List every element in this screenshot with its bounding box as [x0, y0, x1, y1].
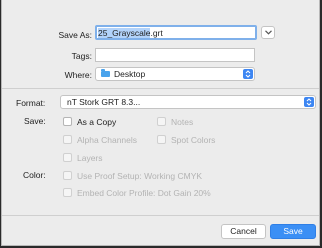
tags-label: Tags:: [71, 51, 92, 61]
divider: [2, 88, 319, 89]
save-as-selected-text: 25_Grayscale: [98, 28, 151, 38]
as-a-copy-label: As a Copy: [77, 117, 117, 127]
save-button[interactable]: Save: [270, 224, 316, 239]
embed-color-profile-checkbox[interactable]: [63, 188, 72, 197]
save-as-extension: .grt: [150, 28, 163, 38]
where-popup[interactable]: Desktop: [95, 67, 255, 81]
updown-arrows-icon: [304, 97, 314, 107]
use-proof-setup-label: Use Proof Setup: Working CMYK: [77, 171, 203, 181]
notes-checkbox[interactable]: [157, 117, 166, 126]
format-value: nT Stork GRT 8.3...: [67, 97, 141, 107]
save-as-label: Save As:: [58, 30, 92, 40]
save-dialog: Save As: 25_Grayscale.grt Tags: Where: D…: [1, 0, 320, 246]
notes-label: Notes: [171, 117, 194, 127]
color-label: Color:: [23, 170, 46, 180]
alpha-channels-checkbox[interactable]: [63, 135, 72, 144]
spot-colors-checkbox[interactable]: [157, 135, 166, 144]
where-value: Desktop: [114, 69, 146, 79]
updown-arrows-icon: [243, 69, 253, 79]
divider: [2, 215, 319, 216]
use-proof-setup-checkbox[interactable]: [63, 171, 72, 180]
embed-color-profile-label: Embed Color Profile: Dot Gain 20%: [77, 188, 211, 198]
layers-checkbox[interactable]: [63, 153, 72, 162]
save-label: Save:: [24, 116, 46, 126]
alpha-channels-label: Alpha Channels: [77, 135, 138, 145]
chevron-down-icon: [264, 30, 272, 35]
format-label: Format:: [16, 98, 46, 108]
folder-icon: [101, 69, 110, 77]
tags-field[interactable]: [95, 48, 255, 62]
layers-label: Layers: [77, 153, 103, 163]
as-a-copy-checkbox[interactable]: [63, 117, 72, 126]
format-popup[interactable]: nT Stork GRT 8.3...: [60, 95, 316, 109]
save-as-field[interactable]: 25_Grayscale.grt: [95, 25, 257, 40]
where-label: Where:: [64, 70, 92, 80]
spot-colors-label: Spot Colors: [171, 135, 216, 145]
cancel-button[interactable]: Cancel: [221, 224, 266, 239]
expand-button[interactable]: [261, 26, 275, 39]
